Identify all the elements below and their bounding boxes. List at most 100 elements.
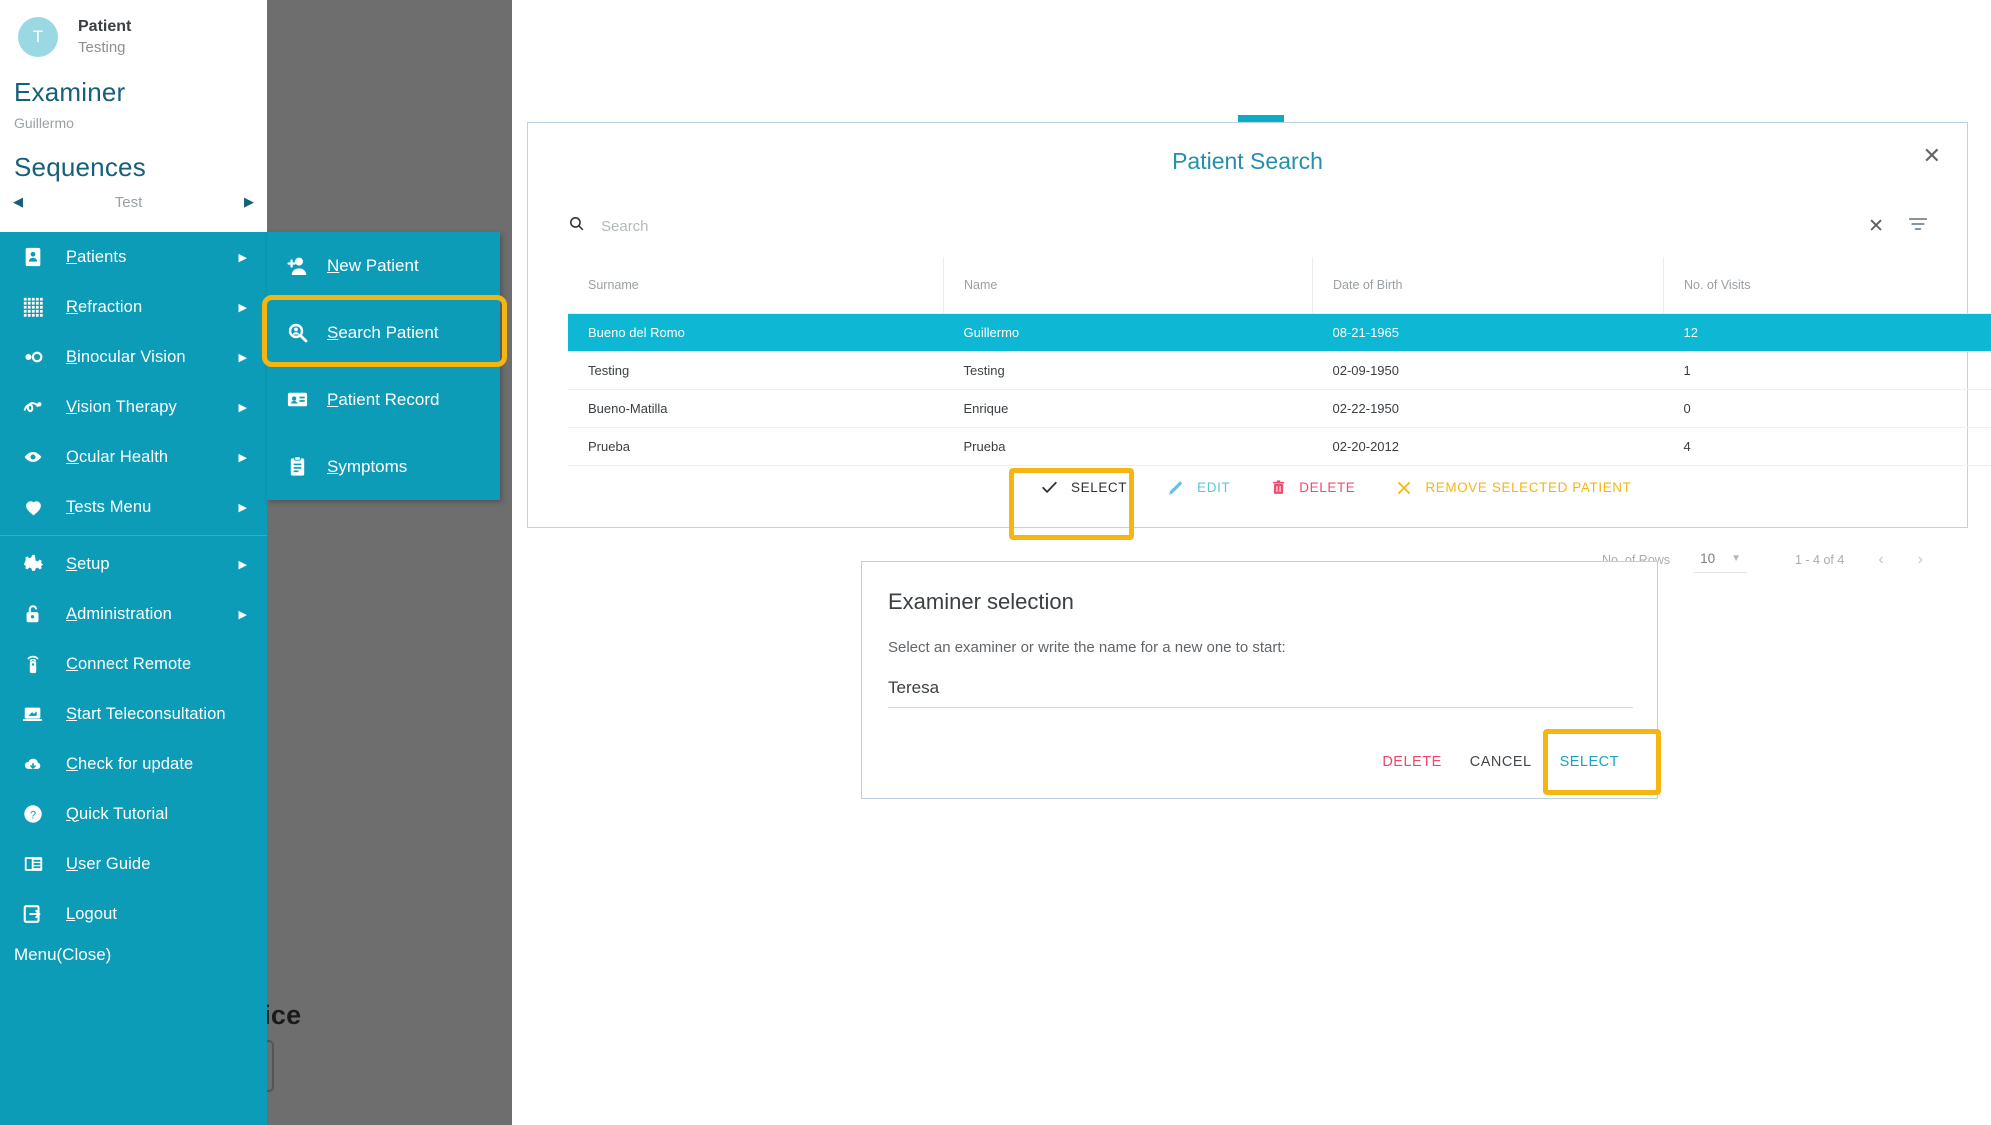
sequence-navigator: ◀ Test ▶ bbox=[0, 188, 267, 216]
x-icon bbox=[1395, 479, 1413, 497]
trash-icon bbox=[1270, 479, 1287, 496]
sidebar-item-label: Ocular Health bbox=[66, 447, 169, 466]
cancel-button[interactable]: CANCEL bbox=[1456, 746, 1546, 778]
sidebar: T Patient Testing Examiner Guillermo Seq… bbox=[0, 0, 267, 1125]
sidebar-item-patients[interactable]: Patients ▶ bbox=[0, 232, 267, 282]
submenu-item-label: Symptoms bbox=[327, 456, 408, 476]
binocular-icon bbox=[0, 346, 66, 368]
select-button[interactable]: SELECT bbox=[1546, 746, 1633, 778]
page-title: Patient Search bbox=[1172, 148, 1323, 174]
column-header-date-of-birth[interactable]: Date of Birth bbox=[1312, 257, 1664, 314]
sidebar-item-user-guide[interactable]: User Guide bbox=[0, 839, 267, 889]
patient-name: Testing bbox=[78, 38, 126, 56]
submenu-item-search-patient[interactable]: Search Patient bbox=[267, 299, 500, 366]
action-remove-selected-patient[interactable]: REMOVE SELECTED PATIENT bbox=[1395, 479, 1631, 497]
sidebar-item-label: User Guide bbox=[66, 854, 151, 873]
sequences-heading: Sequences bbox=[14, 152, 146, 182]
svg-text:?: ? bbox=[30, 810, 36, 822]
menu-divider bbox=[0, 535, 267, 536]
sidebar-item-tests-menu[interactable]: Tests Menu ▶ bbox=[0, 482, 267, 532]
sidebar-item-label: Start Teleconsultation bbox=[66, 704, 226, 723]
examiner-name-input[interactable] bbox=[888, 672, 1633, 708]
table-row[interactable]: Prueba Prueba 02-20-2012 4 bbox=[568, 427, 1991, 466]
sidebar-item-setup[interactable]: Setup ▶ bbox=[0, 539, 267, 589]
chevron-right-icon: ▶ bbox=[238, 558, 247, 571]
chevron-right-icon: ▶ bbox=[238, 451, 247, 464]
column-header-name[interactable]: Name bbox=[943, 257, 1313, 314]
action-label: EDIT bbox=[1197, 480, 1231, 495]
cell-dob: 08-21-1965 bbox=[1312, 313, 1664, 352]
sidebar-item-connect-remote[interactable]: Connect Remote bbox=[0, 639, 267, 689]
dialog-subtitle: Select an examiner or write the name for… bbox=[888, 639, 1286, 656]
sidebar-item-label: Setup bbox=[66, 554, 110, 573]
avatar: T bbox=[18, 16, 58, 57]
patient-label: Patient bbox=[78, 18, 132, 35]
sidebar-item-check-for-update[interactable]: Check for update bbox=[0, 739, 267, 789]
sidebar-item-label: Connect Remote bbox=[66, 654, 192, 673]
rows-per-page-select[interactable]: 10 ▼ bbox=[1694, 547, 1747, 573]
chevron-right-icon: ▶ bbox=[238, 351, 247, 364]
action-delete[interactable]: DELETE bbox=[1270, 479, 1355, 496]
clear-icon[interactable]: ✕ bbox=[1868, 215, 1884, 238]
table-row[interactable]: Bueno-Matilla Enrique 02-22-1950 0 bbox=[568, 389, 1991, 428]
therapy-icon bbox=[0, 396, 66, 418]
cell-visits: 4 bbox=[1663, 427, 1991, 466]
table-row[interactable]: Testing Testing 02-09-1950 1 bbox=[568, 351, 1991, 390]
cell-surname: Bueno-Matilla bbox=[568, 389, 944, 428]
current-patient[interactable]: T Patient Testing bbox=[18, 16, 131, 58]
chevron-right-icon: ▶ bbox=[238, 401, 247, 414]
filter-icon[interactable] bbox=[1908, 216, 1928, 237]
action-label: SELECT bbox=[1071, 480, 1128, 495]
sidebar-item-refraction[interactable]: Refraction ▶ bbox=[0, 282, 267, 332]
sidebar-item-administration[interactable]: Administration ▶ bbox=[0, 589, 267, 639]
id-card-icon bbox=[267, 388, 327, 411]
sidebar-item-ocular-health[interactable]: Ocular Health ▶ bbox=[0, 432, 267, 482]
pagination-range: 1 - 4 of 4 bbox=[1795, 553, 1845, 567]
search-input[interactable] bbox=[599, 216, 1853, 236]
action-label: REMOVE SELECTED PATIENT bbox=[1425, 480, 1632, 495]
sidebar-item-label: Tests Menu bbox=[66, 497, 152, 516]
chevron-right-icon[interactable]: › bbox=[1918, 551, 1923, 569]
sequence-current: Test bbox=[114, 193, 143, 211]
action-edit[interactable]: EDIT bbox=[1167, 479, 1230, 497]
clipboard-icon bbox=[267, 455, 327, 478]
action-select[interactable]: SELECT bbox=[1040, 478, 1127, 497]
search-person-icon bbox=[267, 321, 327, 345]
submenu-item-symptoms[interactable]: Symptoms bbox=[267, 433, 500, 500]
cell-dob: 02-09-1950 bbox=[1312, 351, 1664, 390]
patient-search-panel: Patient Search ✕ ✕ SurnameNameDate of Bi… bbox=[527, 122, 1991, 573]
cloud-download-icon bbox=[0, 754, 66, 775]
sidebar-item-label: Logout bbox=[66, 904, 118, 923]
sidebar-item-label: Binocular Vision bbox=[66, 347, 186, 366]
sidebar-item-vision-therapy[interactable]: Vision Therapy ▶ bbox=[0, 382, 267, 432]
sidebar-header: T Patient Testing Examiner Guillermo Seq… bbox=[0, 0, 267, 232]
menu-close-button[interactable]: Menu(Close) bbox=[14, 945, 111, 965]
patient-table: Surname Name Date of Birth No. of Visits Bu… bbox=[568, 257, 1991, 466]
submenu-item-patient-record[interactable]: Patient Record bbox=[267, 366, 500, 433]
dialog-title: Examiner selection bbox=[888, 589, 1074, 614]
sidebar-item-binocular-vision[interactable]: Binocular Vision ▶ bbox=[0, 332, 267, 382]
eye-icon bbox=[0, 447, 66, 467]
sidebar-item-label: Refraction bbox=[66, 297, 143, 316]
chevron-left-icon[interactable]: ‹ bbox=[1878, 551, 1883, 569]
sidebar-item-label: Administration bbox=[66, 604, 172, 623]
patients-submenu: New Patient Search Patient Patient Record S… bbox=[267, 232, 500, 500]
delete-button[interactable]: DELETE bbox=[1368, 746, 1455, 778]
submenu-item-new-patient[interactable]: New Patient bbox=[267, 232, 500, 299]
sidebar-item-label: Check for update bbox=[66, 754, 194, 773]
chevron-right-icon: ▶ bbox=[238, 608, 247, 621]
column-header-surname[interactable]: Surname bbox=[568, 257, 944, 314]
book-icon bbox=[0, 853, 66, 875]
submenu-item-label: New Patient bbox=[327, 255, 419, 275]
grid-icon bbox=[0, 296, 66, 318]
table-row[interactable]: Bueno del Romo Guillermo 08-21-1965 12 bbox=[568, 313, 1991, 352]
column-header-no-of-visits[interactable]: No. of Visits bbox=[1663, 257, 1991, 314]
sidebar-item-start-teleconsultation[interactable]: Start Teleconsultation bbox=[0, 689, 267, 739]
table-header-row: Surname Name Date of Birth No. of Visits bbox=[568, 257, 1991, 314]
close-icon[interactable]: ✕ bbox=[1923, 145, 1941, 167]
sidebar-item-logout[interactable]: Logout bbox=[0, 889, 267, 939]
pencil-icon bbox=[1167, 479, 1185, 497]
chevron-right-icon[interactable]: ▶ bbox=[231, 194, 267, 210]
dialog-buttons: DELETE CANCEL SELECT bbox=[1368, 746, 1633, 778]
sidebar-item-quick-tutorial[interactable]: ? Quick Tutorial bbox=[0, 789, 267, 839]
